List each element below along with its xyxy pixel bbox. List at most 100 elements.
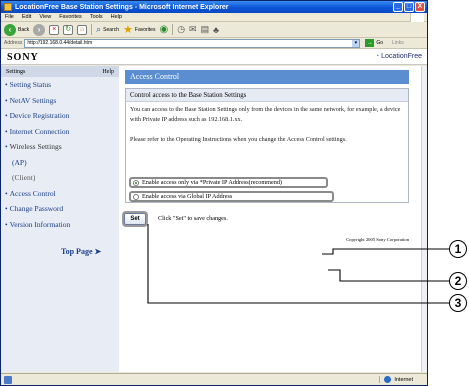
sidebar-item-access-control[interactable]: • Access Control [1, 186, 119, 202]
settings-nav: • Setting Status • NetAV Settings • Device … [1, 77, 119, 232]
messenger-icon[interactable]: ♣ [213, 25, 219, 35]
access-control-box: Control access to the Base Station Setti… [125, 88, 409, 203]
private-ip-option[interactable]: Enable access only via *Private IP Addre… [129, 177, 328, 188]
callout-2: 2 [449, 272, 467, 290]
media-icon[interactable]: ◉ [159, 24, 168, 35]
sidebar-item-label: (AP) [12, 157, 27, 167]
menu-bar: File Edit View Favorites Tools Help [1, 13, 427, 22]
sidebar-item-internet-connection[interactable]: • Internet Connection [1, 124, 119, 140]
site-header: SONY ◔ LocationFree [1, 49, 427, 65]
favorites-button[interactable]: ★ Favorites [123, 23, 155, 36]
callout-3: 3 [449, 294, 467, 312]
minimize-button[interactable]: _ [393, 2, 403, 12]
page-content: Settings Help • Setting Status • NetAV Set… [1, 66, 421, 372]
toolbar: ‹ Back › × ↻ ⌂ ⌕ Search ★ Favorites ◉ ◷ … [1, 22, 427, 38]
vertical-scrollbar[interactable] [421, 66, 427, 372]
address-bar: Address http://192.168.0.44/detail.htm ▾… [1, 38, 427, 49]
browser-window: LocationFree Base Station Settings - Mic… [0, 0, 428, 386]
menu-help[interactable]: Help [111, 14, 122, 20]
locationfree-logo: ◔ LocationFree [375, 53, 422, 60]
mail-icon[interactable]: ✉ [189, 24, 197, 35]
set-button[interactable]: Set [124, 213, 146, 225]
menu-view[interactable]: View [39, 14, 51, 20]
ie-page-icon [4, 3, 12, 11]
sidebar-heading: Settings [6, 68, 26, 75]
arrow-right-icon: ➤ [92, 247, 102, 256]
forward-button[interactable]: › [33, 23, 46, 36]
private-ip-radio[interactable] [133, 179, 139, 186]
menu-file[interactable]: File [5, 14, 14, 20]
address-label: Address [4, 40, 23, 46]
menu-tools[interactable]: Tools [90, 14, 103, 20]
box-heading: Control access to the Base Station Setti… [126, 89, 408, 102]
links-label[interactable]: Links [392, 40, 404, 46]
page-status-icon [4, 376, 12, 384]
sidebar-item-label: Access Control [9, 188, 56, 198]
sidebar-item-label: Change Password [9, 204, 64, 213]
address-input[interactable]: http://192.168.0.44/detail.htm ▾ [24, 38, 361, 48]
refresh-icon[interactable]: ↻ [63, 24, 74, 35]
stop-icon[interactable]: × [49, 24, 60, 35]
back-button[interactable]: ‹ Back [4, 23, 29, 36]
top-page-label: Top Page [61, 247, 93, 256]
close-button[interactable]: X [415, 2, 425, 12]
bullet-icon: • [5, 80, 8, 89]
back-arrow-icon: ‹ [4, 23, 16, 36]
globe-icon [384, 376, 392, 383]
go-button[interactable]: → Go [365, 39, 383, 47]
global-ip-label: Enable access via Global IP Address [142, 193, 233, 200]
sidebar-item-label: NetAV Settings [9, 95, 57, 105]
search-icon: ⌕ [96, 24, 102, 34]
menu-edit[interactable]: Edit [22, 14, 31, 20]
sidebar-item-wireless-client[interactable]: (Client) [1, 170, 119, 186]
bullet-icon: • [5, 95, 8, 105]
title-bar[interactable]: LocationFree Base Station Settings - Mic… [1, 1, 427, 13]
address-url: http://192.168.0.44/detail.htm [27, 39, 93, 46]
windows-logo-icon [410, 13, 424, 22]
security-zone: Internet [379, 376, 413, 383]
global-ip-option[interactable]: Enable access via Global IP Address [129, 191, 334, 202]
top-page-link[interactable]: Top Page ➤ [61, 247, 101, 256]
go-arrow-icon: → [365, 39, 375, 47]
sidebar-item-label: Wireless Settings [9, 142, 62, 151]
maximize-button[interactable]: □ [404, 2, 414, 12]
sidebar-item-label: (Client) [12, 173, 36, 182]
sidebar-item-device-registration[interactable]: • Device Registration [1, 108, 119, 124]
address-dropdown-icon[interactable]: ▾ [352, 39, 360, 47]
bullet-icon: • [5, 142, 8, 151]
locationfree-text: LocationFree [381, 53, 422, 60]
settings-sidebar: Settings Help • Setting Status • NetAV Set… [1, 66, 119, 372]
toolbar-separator [172, 24, 174, 35]
history-icon[interactable]: ◷ [177, 24, 185, 35]
bullet-icon: • [5, 204, 8, 213]
menu-favorites[interactable]: Favorites [59, 14, 82, 20]
sidebar-item-version-information[interactable]: • Version Information [1, 217, 119, 233]
sidebar-item-wireless-ap[interactable]: (AP) [1, 155, 119, 171]
sidebar-item-wireless-settings: • Wireless Settings [1, 139, 119, 155]
sidebar-item-change-password[interactable]: • Change Password [1, 201, 119, 217]
home-icon[interactable]: ⌂ [77, 24, 88, 35]
bullet-icon: • [5, 219, 8, 229]
page-title: Access Control [125, 70, 409, 84]
copyright: Copyright 2005 Sony Corporation [346, 237, 409, 242]
sidebar-item-netav-settings[interactable]: • NetAV Settings [1, 93, 119, 109]
window-controls: _ □ X [393, 2, 425, 12]
description-text: You can access to the Base Station Setti… [130, 106, 401, 123]
help-link[interactable]: Help [102, 69, 114, 75]
favorites-label: Favorites [134, 26, 156, 33]
search-label: Search [103, 26, 120, 33]
zone-label: Internet [394, 376, 413, 383]
sidebar-item-setting-status[interactable]: • Setting Status [1, 77, 119, 93]
toolbar-separator [91, 24, 93, 35]
star-icon: ★ [123, 24, 133, 36]
private-ip-label: Enable access only via *Private IP Addre… [142, 179, 282, 186]
go-label: Go [376, 40, 384, 46]
global-ip-radio[interactable] [133, 193, 139, 200]
bullet-icon: • [5, 126, 8, 136]
set-hint: Click "Set" to save changes. [158, 215, 228, 222]
sidebar-item-label: Version Information [9, 219, 71, 229]
sidebar-item-label: Internet Connection [9, 126, 70, 136]
sidebar-item-label: Setting Status [9, 80, 52, 89]
search-button[interactable]: ⌕ Search [96, 24, 119, 35]
print-icon[interactable]: ▤ [201, 24, 210, 35]
